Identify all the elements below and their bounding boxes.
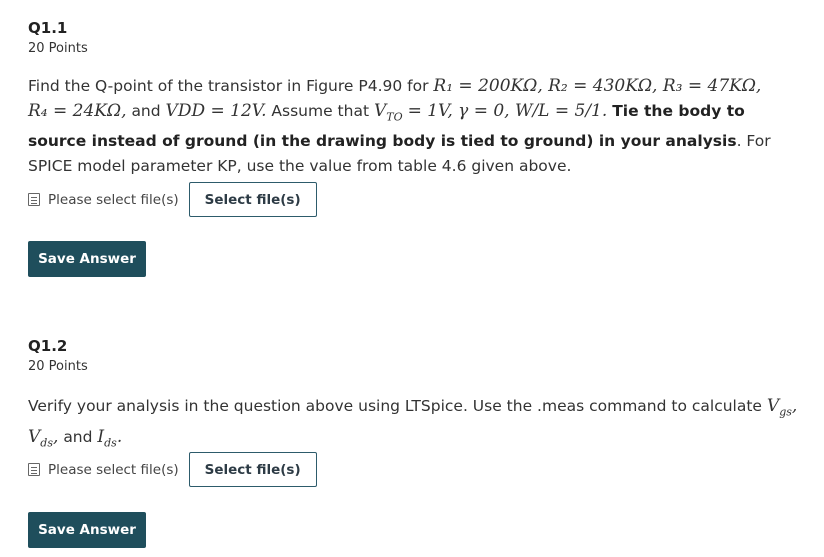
ids-subscript: ds — [104, 436, 117, 450]
prompt-text: and — [131, 101, 161, 120]
question-2-prompt: Verify your analysis in the question abo… — [28, 396, 798, 450]
question-title: Q1.2 — [28, 337, 68, 355]
question-1-header: Q1.1 20 Points — [28, 18, 808, 58]
vto-symbol: V — [373, 100, 387, 121]
vto-subscript: TO — [386, 109, 403, 123]
prompt-math-vto: VTO — [373, 100, 403, 123]
select-files-button[interactable]: Select file(s) — [188, 452, 317, 487]
question-2-header: Q1.2 20 Points — [28, 336, 808, 376]
question-points: 20 Points — [28, 359, 88, 374]
question-points: 20 Points — [28, 41, 88, 56]
vgs-symbol: V — [766, 396, 780, 416]
prompt-text: Assume that — [271, 101, 370, 120]
file-upload-row: Please select file(s) Select file(s) — [28, 452, 317, 487]
prompt-text: and — [63, 427, 93, 446]
question-1-prompt: Find the Q-point of the transistor in Fi… — [28, 74, 808, 178]
file-upload-row: Please select file(s) Select file(s) — [28, 182, 317, 217]
file-doc-icon — [28, 463, 40, 476]
file-select-label: Please select file(s) — [48, 191, 179, 208]
question-title: Q1.1 — [28, 19, 68, 37]
file-select-label: Please select file(s) — [48, 461, 179, 478]
vds-symbol: V — [28, 426, 41, 447]
prompt-math-ids: Ids — [97, 427, 117, 450]
prompt-math-vds: Vds — [28, 426, 53, 450]
vds-subscript: ds — [40, 436, 53, 450]
prompt-math-conditions: = 1V, γ = 0, W/L = 5/1. — [407, 100, 608, 121]
vgs-subscript: gs — [779, 405, 792, 419]
prompt-math-r4: R₄ = 24KΩ, — [28, 100, 127, 121]
file-doc-icon — [28, 193, 40, 206]
prompt-text: Verify your analysis in the question abo… — [28, 397, 762, 415]
prompt-math-resistors: R₁ = 200KΩ, R₂ = 430KΩ, R₃ = 47KΩ, — [433, 76, 762, 96]
save-answer-button[interactable]: Save Answer — [28, 241, 146, 277]
prompt-math-vdd: VDD = 12V. — [165, 100, 267, 121]
prompt-math-vgs: Vgs — [766, 396, 792, 419]
select-files-button[interactable]: Select file(s) — [188, 182, 317, 217]
save-answer-button[interactable]: Save Answer — [28, 512, 146, 548]
prompt-text: Find the Q-point of the transistor in Fi… — [28, 77, 429, 95]
